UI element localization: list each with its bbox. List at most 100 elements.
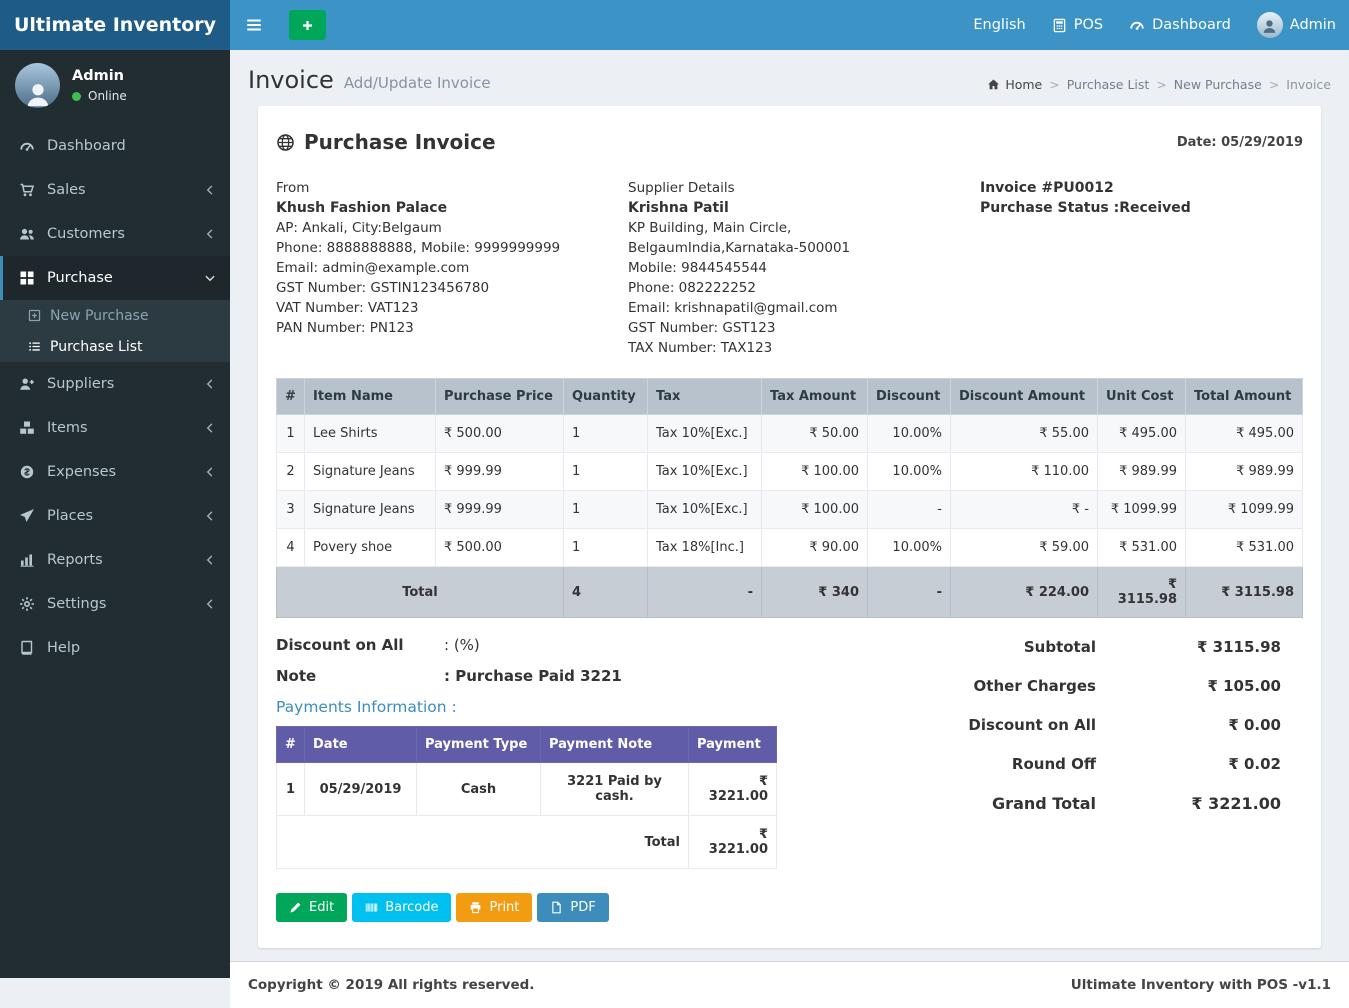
items-header-row: # Item Name Purchase Price Quantity Tax … <box>276 378 1303 415</box>
payment-row: 1 05/29/2019 Cash 3221 Paid by cash. ₹ 3… <box>276 762 777 816</box>
cell: 3 <box>276 490 305 529</box>
app-title: Ultimate Inventory <box>13 14 217 36</box>
purchase-status: Purchase Status :Received <box>980 200 1191 216</box>
navbar: English POS Dashboard Admin <box>230 0 1349 50</box>
grand-total-value: ₹ 3221.00 <box>1191 794 1281 813</box>
from-pan: PAN Number: PN123 <box>276 320 414 336</box>
plus-square-icon <box>25 309 43 322</box>
page-title-text: Invoice <box>248 66 334 94</box>
breadcrumb-separator: > <box>1049 77 1060 92</box>
pos-link[interactable]: POS <box>1039 0 1116 50</box>
invoice-number: Invoice #PU0012 <box>980 180 1114 196</box>
invoice-date: Date: 05/29/2019 <box>1176 134 1303 150</box>
sidebar-item-reports[interactable]: Reports <box>0 538 230 582</box>
col-header-payment-type: Payment Type <box>416 726 541 763</box>
edit-button[interactable]: Edit <box>276 893 348 922</box>
user-status: Online <box>72 89 127 103</box>
globe-icon <box>276 133 295 152</box>
coin-icon <box>16 464 38 480</box>
invoice-parties: From Khush Fashion Palace AP: Ankali, Ci… <box>276 166 1303 378</box>
sidebar-item-sales[interactable]: Sales <box>0 168 230 212</box>
breadcrumb-new-purchase[interactable]: New Purchase <box>1174 77 1262 92</box>
col-header-quantity: Quantity <box>563 378 648 415</box>
page-title: Invoice Add/Update Invoice <box>248 66 491 94</box>
cell: ₹ 90.00 <box>761 528 868 567</box>
purchase-submenu: New Purchase Purchase List <box>0 300 230 362</box>
round-off-label: Round Off <box>1011 755 1096 773</box>
notes-payments-block: Discount on All : (%) Note : Purchase Pa… <box>276 636 851 869</box>
col-header-item-name: Item Name <box>304 378 436 415</box>
sidebar-item-items[interactable]: Items <box>0 406 230 450</box>
gauge-icon <box>16 138 38 154</box>
sidebar-item-suppliers[interactable]: Suppliers <box>0 362 230 406</box>
user-avatar <box>1256 12 1283 38</box>
cell: ₹ 999.99 <box>435 490 564 529</box>
sidebar-item-new-purchase[interactable]: New Purchase <box>0 300 230 331</box>
pos-label: POS <box>1073 17 1104 33</box>
subtotal-value: ₹ 3115.98 <box>1197 638 1281 656</box>
payments-table: # Date Payment Type Payment Note Payment… <box>276 726 777 869</box>
sidebar-item-label: Reports <box>47 552 103 568</box>
cell: Tax 10%[Exc.] <box>647 490 762 529</box>
sidebar-item-label: Purchase <box>47 270 113 286</box>
sidebar-item-label: Help <box>47 640 81 656</box>
sidebar-item-customers[interactable]: Customers <box>0 212 230 256</box>
col-header-purchase-price: Purchase Price <box>435 378 564 415</box>
sidebar-item-settings[interactable]: Settings <box>0 582 230 626</box>
col-header-payment: Payment <box>688 726 777 763</box>
sidebar-item-purchase[interactable]: Purchase <box>0 256 230 300</box>
summary-row-other-charges: Other Charges ₹ 105.00 <box>851 677 1281 695</box>
cell: 1 <box>276 762 305 816</box>
summary-row-round-off: Round Off ₹ 0.02 <box>851 755 1281 773</box>
barcode-button[interactable]: Barcode <box>352 893 452 922</box>
sidebar-item-label: Settings <box>47 596 107 612</box>
pdf-button-label: PDF <box>570 900 596 915</box>
user-menu[interactable]: Admin <box>1244 0 1349 50</box>
payments-total-label: Total <box>276 815 689 869</box>
sidebar-item-places[interactable]: Places <box>0 494 230 538</box>
footer-copyright: Copyright © 2019 All rights reserved. <box>248 977 535 993</box>
cell: 1 <box>563 490 648 529</box>
discount-on-all-row: Discount on All : (%) <box>276 636 851 654</box>
from-phone: Phone: 8888888888, Mobile: 9999999999 <box>276 240 561 256</box>
online-status-label: Online <box>88 89 127 103</box>
user-plus-icon <box>16 376 38 392</box>
other-charges-label: Other Charges <box>973 677 1096 695</box>
sidebar-item-expenses[interactable]: Expenses <box>0 450 230 494</box>
cell: ₹ 999.99 <box>435 452 564 491</box>
breadcrumb-home[interactable]: Home <box>987 77 1042 92</box>
app-logo[interactable]: Ultimate Inventory <box>0 0 230 50</box>
discount-on-all-value: : (%) <box>444 636 480 654</box>
cell: Signature Jeans <box>304 452 436 491</box>
quick-add-button[interactable] <box>289 10 326 40</box>
edit-icon <box>289 901 302 914</box>
summary-row-subtotal: Subtotal ₹ 3115.98 <box>851 638 1281 656</box>
other-charges-value: ₹ 105.00 <box>1207 677 1281 695</box>
user-menu-label: Admin <box>1289 17 1336 33</box>
language-menu[interactable]: English <box>960 0 1038 50</box>
sidebar-item-dashboard[interactable]: Dashboard <box>0 124 230 168</box>
item-row: 1 Lee Shirts ₹ 500.00 1 Tax 10%[Exc.] ₹ … <box>276 414 1303 453</box>
from-block: From Khush Fashion Palace AP: Ankali, Ci… <box>276 178 628 358</box>
cell: Tax 10%[Exc.] <box>647 452 762 491</box>
sidebar-item-purchase-list[interactable]: Purchase List <box>0 331 230 362</box>
sidebar-avatar <box>15 63 60 108</box>
dashboard-link[interactable]: Dashboard <box>1116 0 1244 50</box>
pdf-button[interactable]: PDF <box>537 893 609 922</box>
from-heading: From <box>276 180 310 196</box>
subtotal-label: Subtotal <box>1023 638 1096 656</box>
sidebar-item-label: Suppliers <box>47 376 115 392</box>
supplier-gst: GST Number: GST123 <box>628 320 776 336</box>
items-total-row: Total 4 - ₹ 340 - ₹ 224.00 ₹ 3115.98 ₹ 3… <box>276 566 1303 618</box>
sidebar-item-help[interactable]: Help <box>0 626 230 670</box>
total-tax-cell: - <box>647 566 762 618</box>
cell: Lee Shirts <box>304 414 436 453</box>
item-row: 2 Signature Jeans ₹ 999.99 1 Tax 10%[Exc… <box>276 452 1303 491</box>
item-row: 4 Povery shoe ₹ 500.00 1 Tax 18%[Inc.] ₹… <box>276 528 1303 567</box>
breadcrumb-purchase-list[interactable]: Purchase List <box>1067 77 1150 92</box>
breadcrumb-separator: > <box>1268 77 1280 92</box>
sidebar-toggle-button[interactable] <box>230 0 278 50</box>
print-button[interactable]: Print <box>456 893 533 922</box>
grid-icon <box>16 270 38 286</box>
edit-button-label: Edit <box>309 900 335 915</box>
